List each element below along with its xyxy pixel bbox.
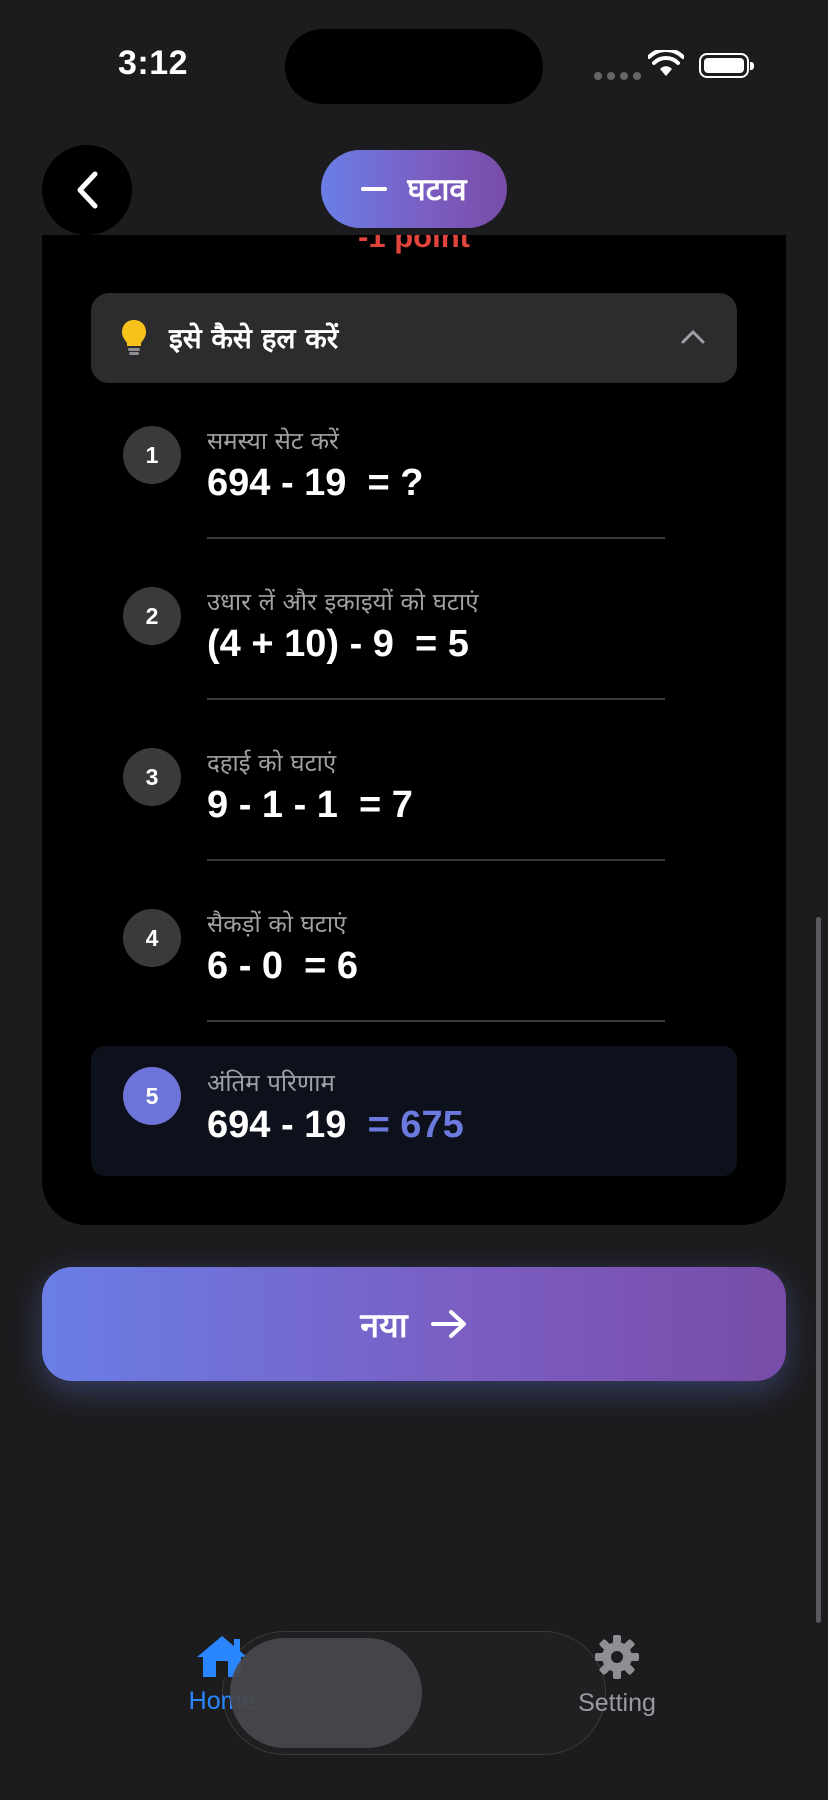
status-time: 3:12 (118, 44, 189, 82)
step-expression: 9 - 1 - 1 = 7 (207, 784, 413, 826)
step-4: 4 सैकड़ों को घटाएं 6 - 0 = 6 (91, 895, 737, 1025)
step-1: 1 समस्या सेट करें 694 - 19 = ? (91, 412, 737, 542)
step-number-badge: 2 (123, 587, 181, 645)
step-number-badge: 4 (123, 909, 181, 967)
operation-label: घटाव (407, 172, 467, 208)
operation-badge: घटाव (321, 150, 507, 228)
scrollbar[interactable] (816, 917, 821, 1623)
step-expression: 694 - 19 = ? (207, 462, 424, 504)
step-number-badge: 3 (123, 748, 181, 806)
final-expression: 694 - 19 (207, 1104, 357, 1146)
arrow-right-icon (430, 1310, 466, 1338)
tab-setting[interactable]: Setting (560, 1633, 674, 1718)
step-label: दहाई को घटाएं (207, 749, 337, 777)
step-label: उधार लें और इकाइयों को घटाएं (207, 588, 479, 616)
step-label: समस्या सेट करें (207, 427, 339, 455)
battery-icon (699, 53, 754, 78)
step-2: 2 उधार लें और इकाइयों को घटाएं (4 + 10) … (91, 573, 737, 703)
points-text: -1 point (358, 235, 470, 254)
solution-card: -1 point इसे कैसे हल करें 1 समस्या सेट क… (42, 235, 786, 1225)
step-divider (207, 1020, 665, 1022)
step-label: अंतिम परिणाम (207, 1069, 335, 1097)
step-number-badge: 5 (123, 1067, 181, 1125)
step-divider (207, 537, 665, 539)
wifi-icon (648, 50, 684, 76)
final-result: = 675 (367, 1104, 464, 1146)
chevron-left-icon (77, 171, 98, 209)
step-divider (207, 859, 665, 861)
new-button-label: नया (360, 1306, 408, 1346)
tab-selection-pill (230, 1638, 422, 1748)
new-problem-button[interactable]: नया (42, 1267, 786, 1381)
step-expression: 694 - 19 = 675 (207, 1104, 464, 1147)
step-number-badge: 1 (123, 426, 181, 484)
hint-title: इसे कैसे हल करें (169, 322, 339, 355)
lightbulb-icon (122, 320, 146, 355)
step-expression: 6 - 0 = 6 (207, 945, 359, 987)
tab-setting-label: Setting (578, 1689, 656, 1717)
step-label: सैकड़ों को घटाएं (207, 910, 347, 938)
step-3: 3 दहाई को घटाएं 9 - 1 - 1 = 7 (91, 734, 737, 864)
step-final-result: 5 अंतिम परिणाम 694 - 19 = 675 (91, 1046, 737, 1176)
step-divider (207, 698, 665, 700)
gear-icon (595, 1635, 639, 1679)
cellular-signal-icon (594, 72, 641, 80)
dynamic-island (285, 29, 543, 104)
back-button[interactable] (42, 145, 132, 235)
minus-icon (361, 187, 388, 191)
hint-header[interactable]: इसे कैसे हल करें (91, 293, 737, 383)
chevron-up-icon[interactable] (681, 329, 705, 345)
step-expression: (4 + 10) - 9 = 5 (207, 623, 469, 665)
